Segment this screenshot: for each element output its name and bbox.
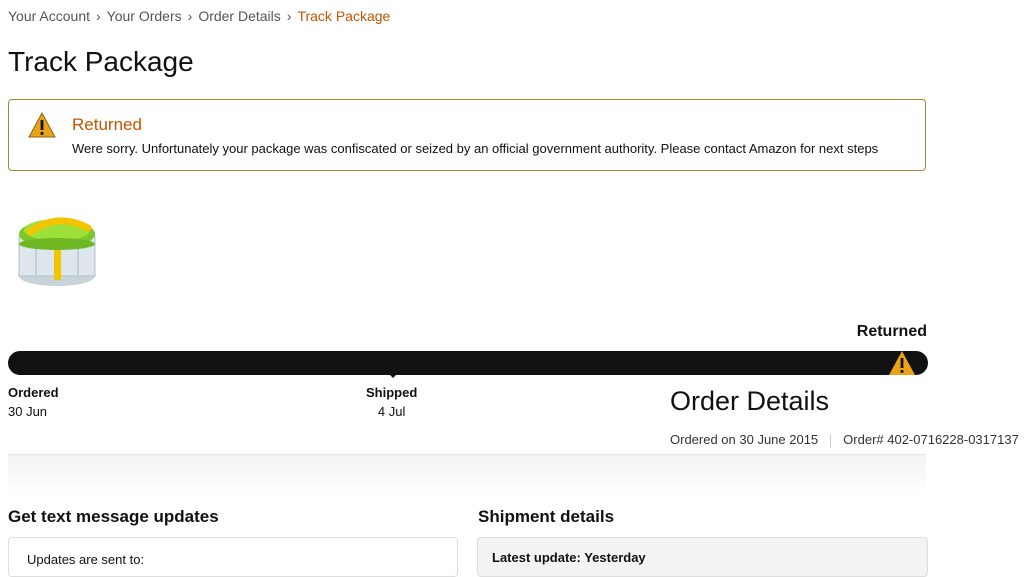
breadcrumb: Your Account › Your Orders › Order Details › T…: [8, 8, 390, 24]
tracking-progress-bar: [8, 351, 928, 378]
page-title: Track Package: [8, 46, 194, 77]
tracking-status-label: Returned: [856, 323, 927, 340]
milestone-ordered: Ordered 30 Jun: [8, 385, 59, 419]
breadcrumb-separator: ›: [96, 8, 101, 24]
milestone-date: 4 Jul: [377, 404, 406, 419]
divider: [830, 433, 832, 448]
breadcrumb-separator: ›: [187, 8, 193, 24]
warning-icon: [28, 112, 56, 138]
alert-title: Returned: [72, 115, 142, 134]
breadcrumb-order-details[interactable]: Order Details: [198, 8, 280, 24]
alert-message: Were sorry. Unfortunately your package w…: [72, 141, 879, 156]
sms-updates-panel: Updates are sent to:: [8, 537, 458, 577]
milestone-shipped: Shipped 4 Jul: [366, 385, 417, 419]
product-image[interactable]: [16, 206, 98, 290]
shipment-details-title: Shipment details: [478, 507, 615, 526]
latest-update-text: Latest update: Yesterday: [492, 550, 646, 565]
milestone-label: Shipped: [366, 385, 418, 400]
order-details-meta: Ordered on 30 June 2015 Order# 402-071622…: [670, 432, 1019, 448]
breadcrumb-your-orders[interactable]: Your Orders: [107, 8, 182, 24]
ordered-on-date: Ordered on 30 June 2015: [670, 432, 819, 447]
section-divider: [8, 454, 926, 495]
sms-updates-title: Get text message updates: [8, 507, 219, 526]
order-details-title: Order Details: [670, 386, 830, 416]
order-number: Order# 402-0716228-0317137: [843, 432, 1019, 447]
breadcrumb-current: Track Package: [297, 8, 391, 24]
milestone-date: 30 Jun: [8, 404, 48, 419]
warning-icon: [889, 351, 915, 375]
status-alert: Returned Were sorry. Unfortunately your …: [8, 99, 926, 171]
breadcrumb-separator: ›: [286, 8, 292, 24]
shipment-details-panel: Latest update: Yesterday: [477, 537, 928, 577]
milestone-label: Ordered: [8, 385, 59, 400]
breadcrumb-your-account[interactable]: Your Account: [8, 8, 90, 24]
current-stage-marker: [388, 373, 398, 378]
